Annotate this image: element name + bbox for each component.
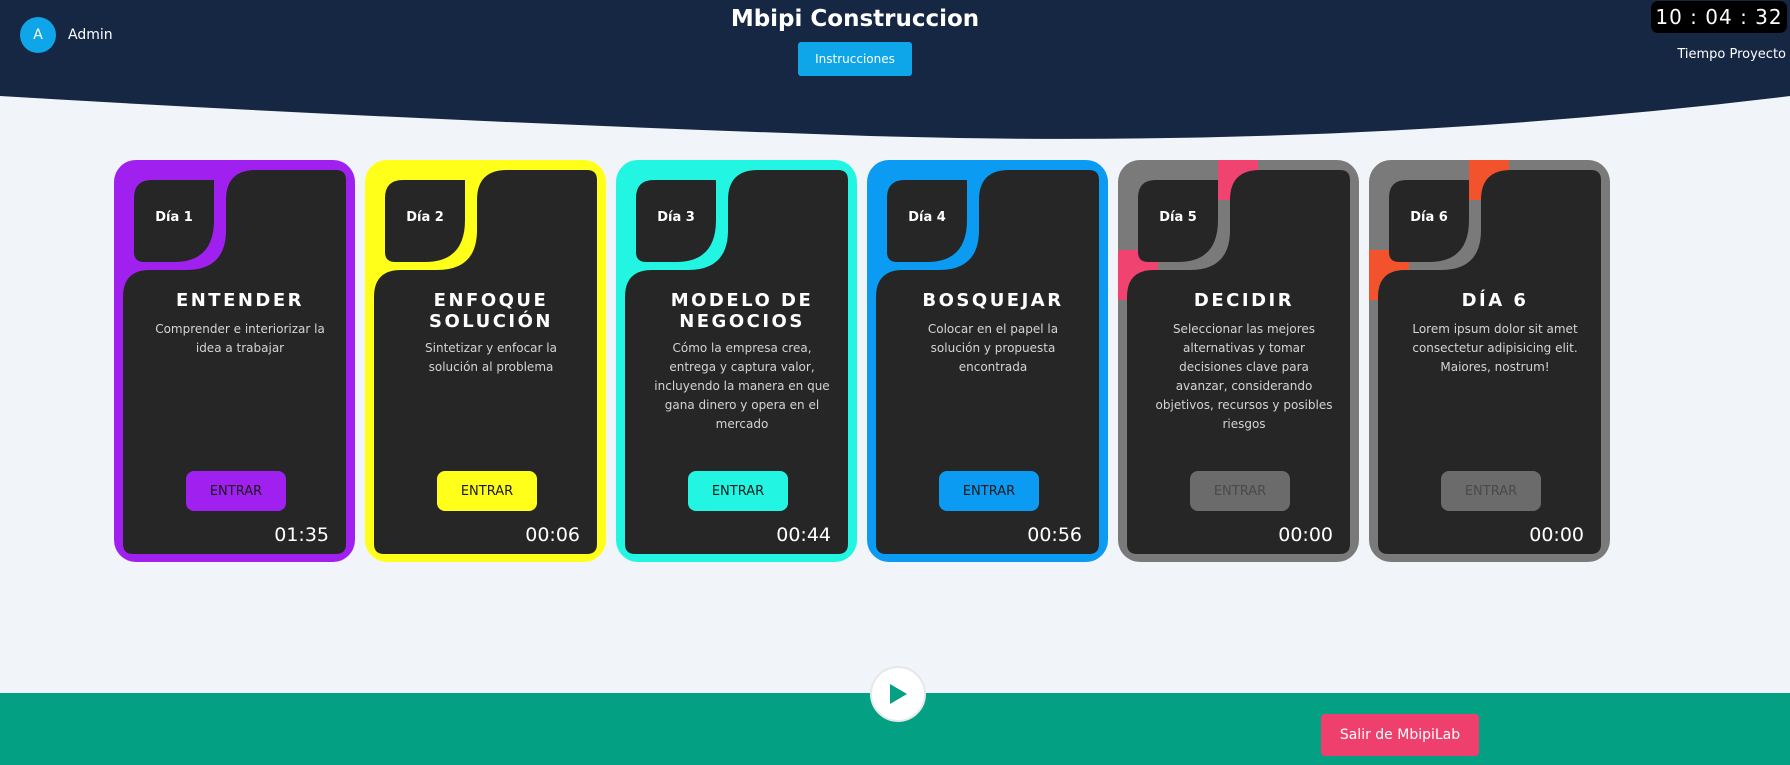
header: A Admin Mbipi Construccion Instrucciones… [0,0,1790,140]
day-card-2: Día 2 ENFOQUE SOLUCIÓN Sintetizar y enfo… [365,160,606,562]
day-label: Día 4 [908,210,946,225]
card-title: BOSQUEJAR [922,290,1064,311]
day-label: Día 2 [406,210,444,225]
play-icon [890,684,907,704]
card-description: Colocar en el papel la solución y propue… [927,322,1059,374]
day-cards: Día 1 ENTENDER Comprender e interiorizar… [114,160,1610,562]
card-description: Lorem ipsum dolor sit amet consectetur a… [1412,322,1578,374]
card-title: MODELO DE NEGOCIOS [670,290,814,332]
card-title: ENFOQUE SOLUCIÓN [429,290,553,332]
enter-button[interactable]: ENTRAR [688,471,788,511]
enter-button[interactable]: ENTRAR [186,471,286,511]
card-description: Cómo la empresa crea, entrega y captura … [654,341,830,431]
day-card-1: Día 1 ENTENDER Comprender e interiorizar… [114,160,355,562]
card-title: ENTENDER [175,290,305,311]
enter-button[interactable]: ENTRAR [437,471,537,511]
day-card-3: Día 3 MODELO DE NEGOCIOS Cómo la empresa… [616,160,857,562]
card-description: Sintetizar y enfocar la solución al prob… [425,341,557,374]
day-label: Día 5 [1159,210,1197,225]
day-card-4: Día 4 BOSQUEJAR Colocar en el papel la s… [867,160,1108,562]
instructions-button[interactable]: Instrucciones [798,42,912,76]
play-button[interactable] [870,666,926,722]
card-timer: 00:00 [1278,524,1333,546]
enter-button[interactable]: ENTRAR [939,471,1039,511]
day-card-6: Día 6 DÍA 6 Lorem ipsum dolor sit amet c… [1369,160,1610,562]
day-card-5: Día 5 DECIDIR Seleccionar las mejores al… [1118,160,1359,562]
day-label: Día 1 [155,210,193,225]
card-description: Comprender e interiorizar la idea a trab… [155,322,325,355]
card-timer: 00:56 [1027,524,1082,546]
exit-button[interactable]: Salir de MbipiLab [1321,714,1479,756]
day-label: Día 6 [1410,210,1448,225]
card-timer: 00:44 [776,524,831,546]
project-clock: 10 : 04 : 32 [1651,1,1787,33]
card-description: Seleccionar las mejores alternativas y t… [1155,322,1333,431]
enter-button[interactable]: ENTRAR [1441,471,1541,511]
card-timer: 00:06 [525,524,580,546]
day-label: Día 3 [657,210,695,225]
card-timer: 01:35 [274,524,329,546]
enter-button[interactable]: ENTRAR [1190,471,1290,511]
project-clock-label: Tiempo Proyecto [1677,47,1786,62]
card-title: DECIDIR [1193,290,1295,311]
card-title: DÍA 6 [1461,290,1529,311]
card-timer: 00:00 [1529,524,1584,546]
page-title: Mbipi Construccion [730,6,980,32]
